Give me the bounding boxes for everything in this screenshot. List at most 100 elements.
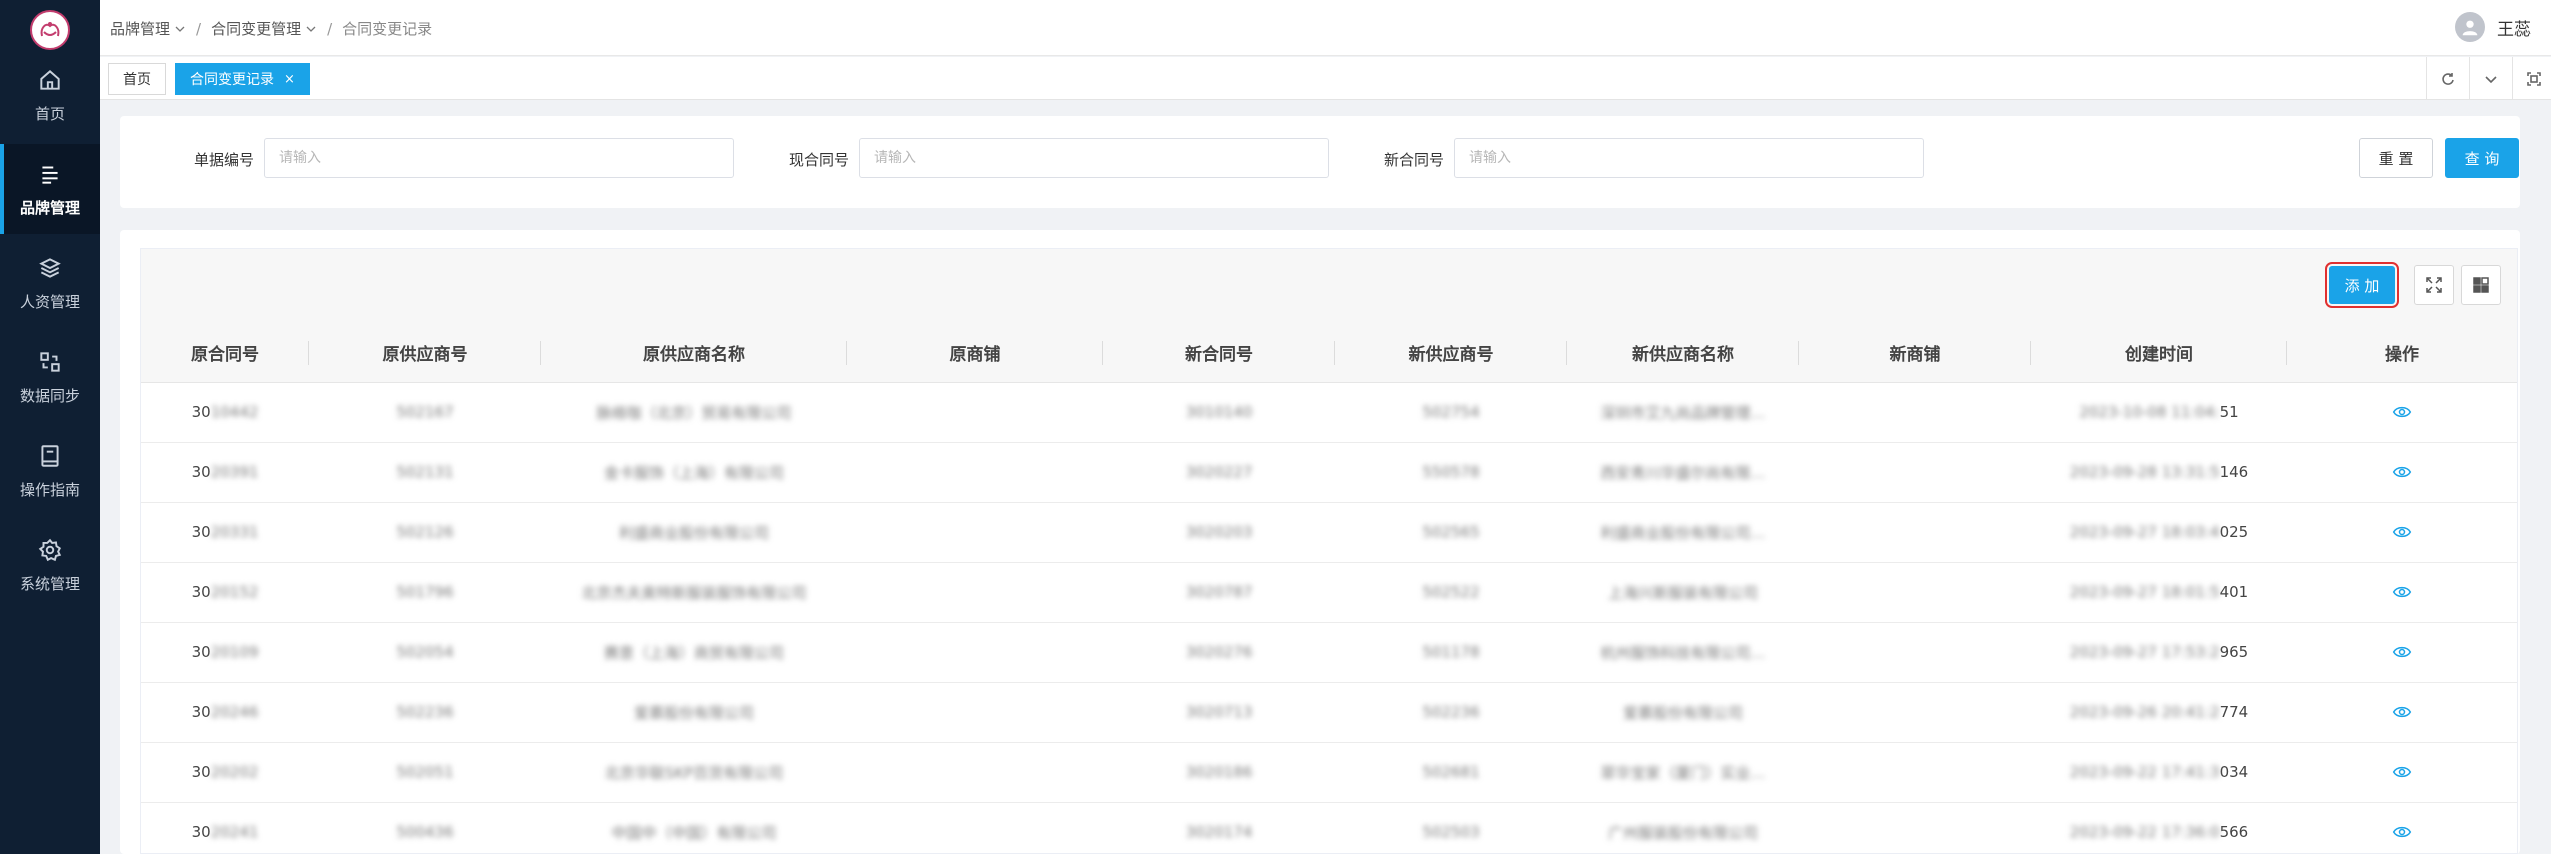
original-shop-cell [847,682,1103,743]
view-eye-icon[interactable] [2392,402,2412,422]
tab-contract-change-record[interactable]: 合同变更记录 × [175,63,310,95]
sidebar-item-label: 人资管理 [19,292,80,311]
sidebar-item-home[interactable]: 首页 [0,50,100,140]
sidebar-item-brand[interactable]: 品牌管理 [0,144,100,234]
original-contract-cell: 3020202 [141,742,309,803]
created-time-cell: 2023-09-26 20:41:2774 [2031,682,2287,743]
new-contract-cell: 3010140 [1103,382,1335,443]
created-time-cell: 2023-09-27 17:53:2965 [2031,622,2287,683]
sidebar-item-sync[interactable]: 数据同步 [0,332,100,422]
table-row: 3020152 501796 北京杰夫奥特斯服装服饰有限公司 3020787 50252… [141,562,2517,623]
new-shop-cell [1799,382,2031,443]
breadcrumb-item-brand[interactable]: 品牌管理 [110,18,186,39]
brand-logo[interactable] [30,10,70,50]
new-shop-cell [1799,682,2031,743]
created-time-cell: 2023-09-27 18:01:5401 [2031,562,2287,623]
new-supplier-name-cell: 深圳市艾九尚品牌管理… [1567,382,1799,443]
menu-lines-icon [37,161,63,187]
view-eye-icon[interactable] [2392,522,2412,542]
actions-cell [2287,442,2517,503]
sidebar-item-label: 操作指南 [19,480,80,499]
current-contract-label: 现合同号 [789,151,850,169]
view-eye-icon[interactable] [2392,822,2412,842]
grid-icon [2473,277,2489,293]
view-eye-icon[interactable] [2392,462,2412,482]
actions-cell [2287,742,2517,803]
breadcrumb-item-contract-change[interactable]: 合同变更管理 [211,18,317,39]
breadcrumb-separator: / [196,19,202,38]
original-shop-cell [847,742,1103,803]
new-supplier-no-cell: 502503 [1335,802,1567,854]
breadcrumb-label: 品牌管理 [110,20,171,38]
sidebar-item-label: 品牌管理 [19,198,80,217]
original-supplier-name-cell: 北京华联SKP百货有限公司 [541,742,847,803]
actions-cell [2287,802,2517,854]
sidebar-item-label: 数据同步 [19,386,80,405]
new-contract-cell: 3020203 [1103,502,1335,563]
sidebar-item-guide[interactable]: 操作指南 [0,426,100,516]
view-eye-icon[interactable] [2392,642,2412,662]
fullscreen-button[interactable] [2512,57,2551,100]
table-header-row: 原合同号 原供应商号 原供应商名称 原商铺 新合同号 新供应商号 新供应商名称 … [141,324,2517,383]
sidebar-item-system[interactable]: 系统管理 [0,520,100,610]
sidebar-item-label: 系统管理 [19,574,80,593]
col-header[interactable]: 原商铺 [847,324,1103,383]
created-time-cell: 2023-09-27 18:03:4025 [2031,502,2287,563]
table-row: 3010442 502167 脉络咖（北京）贸易有限公司 3010140 502754 深… [141,382,2517,443]
close-icon[interactable]: × [284,72,295,87]
col-header[interactable]: 创建时间 [2031,324,2287,383]
breadcrumb: 品牌管理 / 合同变更管理 / 合同变更记录 [110,18,432,39]
view-eye-icon[interactable] [2392,582,2412,602]
new-supplier-no-cell: 502754 [1335,382,1567,443]
search-panel: 单据编号 现合同号 新合同号 重 置 查 询 [120,116,2520,208]
contract-change-table: 原合同号 原供应商号 原供应商名称 原商铺 新合同号 新供应商号 新供应商名称 … [141,324,2517,854]
col-header[interactable]: 原合同号 [141,324,309,383]
col-header[interactable]: 新商铺 [1799,324,2031,383]
tab-label: 合同变更记录 [190,72,274,88]
logo-icon [40,22,60,37]
view-eye-icon[interactable] [2392,702,2412,722]
view-eye-icon[interactable] [2392,762,2412,782]
col-header[interactable]: 新合同号 [1103,324,1335,383]
new-supplier-no-cell: 502681 [1335,742,1567,803]
original-shop-cell [847,382,1103,443]
user-menu[interactable]: 王蕊 [2455,12,2531,42]
add-button[interactable]: 添 加 [2325,262,2399,308]
actions-cell [2287,502,2517,563]
user-name: 王蕊 [2497,19,2531,40]
tab-home[interactable]: 首页 [108,63,166,95]
refresh-tab-button[interactable] [2426,57,2469,100]
col-header[interactable]: 操作 [2287,324,2517,383]
new-supplier-no-cell: 502236 [1335,682,1567,743]
expand-table-button[interactable] [2414,265,2454,305]
col-header[interactable]: 新供应商名称 [1567,324,1799,383]
chevron-down-icon [175,26,185,32]
new-supplier-name-cell: 上海兴斯服装有限公司 [1567,562,1799,623]
new-contract-cell: 3020174 [1103,802,1335,854]
actions-cell [2287,382,2517,443]
new-contract-input[interactable] [1454,138,1924,178]
original-contract-cell: 3020109 [141,622,309,683]
original-contract-cell: 3020331 [141,502,309,563]
tab-dropdown-button[interactable] [2469,57,2512,100]
new-supplier-no-cell: 502522 [1335,562,1567,623]
doc-no-input[interactable] [264,138,734,178]
sidebar-item-hr[interactable]: 人资管理 [0,238,100,328]
original-supplier-name-cell: 赛意（上海）商贸有限公司 [541,622,847,683]
original-shop-cell [847,502,1103,563]
col-header[interactable]: 原供应商号 [309,324,541,383]
top-header: 品牌管理 / 合同变更管理 / 合同变更记录 王蕊 [100,0,2551,56]
reset-button[interactable]: 重 置 [2359,138,2433,178]
original-supplier-name-cell: 爱慕股份有限公司 [541,682,847,743]
breadcrumb-separator: / [327,19,333,38]
column-settings-button[interactable] [2461,265,2501,305]
current-contract-input[interactable] [859,138,1329,178]
created-time-cell: 2023-09-22 17:36:0566 [2031,802,2287,854]
avatar [2455,12,2485,42]
col-header[interactable]: 新供应商号 [1335,324,1567,383]
new-supplier-name-cell: 西安青川华盛尔尚有限… [1567,442,1799,503]
original-supplier-no-cell: 502131 [309,442,541,503]
query-button[interactable]: 查 询 [2445,138,2519,178]
table-panel: 添 加 原合同号 原供应商号 原供应商名称 原商铺 新合同号 新供应商号 新供应… [120,230,2520,854]
col-header[interactable]: 原供应商名称 [541,324,847,383]
